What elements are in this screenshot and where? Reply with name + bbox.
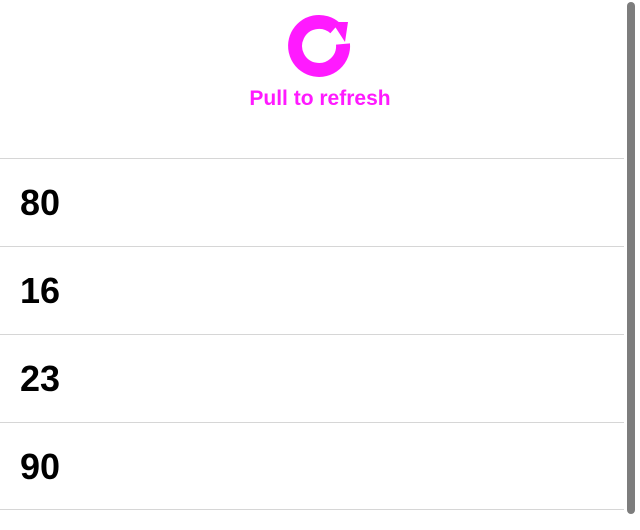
number-list[interactable]: 80 16 23 90 [0, 158, 626, 510]
list-item[interactable]: 80 [0, 158, 626, 246]
app-screen: Pull to refresh 80 16 23 90 [0, 0, 640, 530]
list-item-value: 23 [20, 358, 61, 399]
refresh-spinner-icon [285, 14, 355, 80]
vertical-scrollbar[interactable] [624, 0, 640, 530]
list-item[interactable]: 16 [0, 246, 626, 334]
list-item-value: 80 [20, 182, 61, 223]
pull-to-refresh-label: Pull to refresh [249, 87, 391, 110]
list-item[interactable]: 23 [0, 334, 626, 422]
pull-to-refresh-header: Pull to refresh [0, 0, 626, 158]
scrollbar-thumb[interactable] [627, 2, 635, 514]
list-item-value: 90 [20, 446, 61, 487]
list-item-value: 16 [20, 270, 61, 311]
list-item[interactable]: 90 [0, 422, 626, 510]
